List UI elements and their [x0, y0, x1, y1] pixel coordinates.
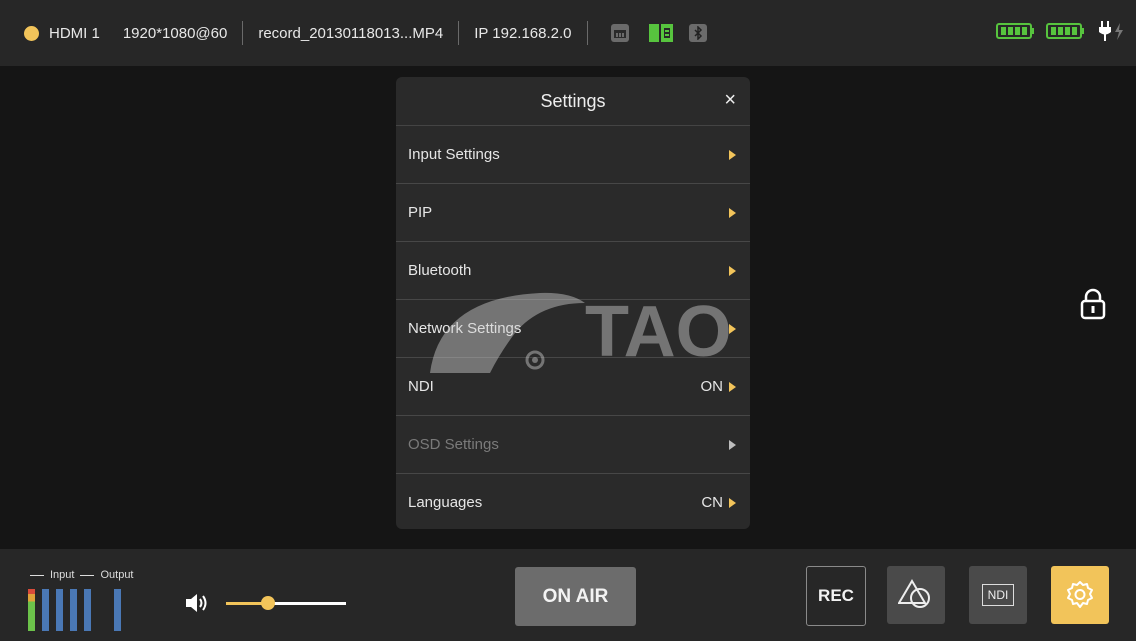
power-adapter-icon	[1096, 20, 1126, 46]
battery-icon	[1046, 21, 1086, 45]
menu-item-label: OSD Settings	[408, 436, 499, 453]
input-meter-label: Input	[50, 569, 75, 581]
battery-icon	[996, 21, 1036, 45]
audio-meter-bar	[114, 589, 121, 631]
volume-icon[interactable]	[184, 591, 210, 615]
audio-meter-bar	[28, 589, 35, 631]
close-icon[interactable]: ×	[724, 89, 736, 112]
bottom-toolbar: Input Output ON AIR REC NDI	[0, 549, 1136, 641]
divider	[242, 21, 244, 45]
record-indicator-icon	[24, 25, 39, 41]
menu-item-osd-settings[interactable]: OSD Settings	[396, 416, 750, 474]
ip-address: IP 192.168.2.0	[474, 24, 572, 42]
chevron-right-icon	[729, 497, 736, 508]
divider	[586, 21, 588, 45]
ndi-button-label: NDI	[981, 584, 1015, 606]
status-bar: HDMI 1 1920*1080@60 record_20130118013..…	[0, 0, 1136, 66]
resolution-readout: 1920*1080@60	[122, 24, 228, 42]
bluetooth-icon	[688, 24, 707, 42]
menu-item-bluetooth[interactable]: Bluetooth	[396, 242, 750, 300]
menu-item-languages[interactable]: Languages CN	[396, 474, 750, 529]
chevron-right-icon	[729, 149, 736, 160]
ndi-button[interactable]: NDI	[969, 566, 1027, 624]
gear-icon	[1067, 581, 1093, 608]
audio-meter-bar	[56, 589, 63, 631]
input-source: HDMI 1	[49, 24, 100, 42]
chevron-right-icon	[729, 207, 736, 218]
audio-meter-bar	[70, 589, 77, 631]
volume-slider[interactable]	[226, 596, 346, 610]
menu-item-label: Input Settings	[408, 146, 500, 163]
menu-item-value: CN	[701, 494, 723, 511]
lock-icon[interactable]	[1079, 288, 1107, 320]
audio-meter-bar	[84, 589, 91, 631]
audio-meters	[28, 589, 121, 631]
chevron-right-icon	[729, 265, 736, 276]
volume-slider-knob[interactable]	[261, 596, 275, 610]
rec-button[interactable]: REC	[806, 566, 866, 626]
audio-meter-legend: Input Output	[30, 569, 134, 581]
on-air-button[interactable]: ON AIR	[515, 567, 636, 626]
menu-item-label: Bluetooth	[408, 262, 472, 279]
output-meter-label: Output	[100, 569, 134, 581]
dialog-title: Settings	[540, 91, 606, 111]
chevron-right-icon	[729, 439, 736, 450]
menu-item-value: ON	[700, 378, 724, 395]
menu-item-label: Languages	[408, 494, 483, 511]
chevron-right-icon	[729, 323, 736, 334]
recording-filename: record_20130118013...MP4	[258, 24, 444, 42]
divider	[458, 21, 460, 45]
menu-item-ndi[interactable]: NDI ON	[396, 358, 750, 416]
lut-icon	[898, 579, 930, 608]
menu-item-pip[interactable]: PIP	[396, 184, 750, 242]
menu-item-label: NDI	[408, 378, 434, 395]
menu-item-input-settings[interactable]: Input Settings	[396, 126, 750, 184]
settings-button[interactable]	[1051, 566, 1109, 624]
menu-item-network-settings[interactable]: Network Settings	[396, 300, 750, 358]
menu-item-label: Network Settings	[408, 320, 522, 337]
settings-dialog: Settings × Input Settings PIP Bluetooth …	[396, 77, 750, 529]
lut-button[interactable]	[887, 566, 945, 624]
chevron-right-icon	[729, 381, 736, 392]
audio-meter-bar	[42, 589, 49, 631]
ethernet-icon	[610, 24, 629, 42]
dialog-header: Settings ×	[396, 77, 750, 126]
sd-card-icon	[648, 24, 673, 42]
menu-item-label: PIP	[408, 204, 433, 221]
